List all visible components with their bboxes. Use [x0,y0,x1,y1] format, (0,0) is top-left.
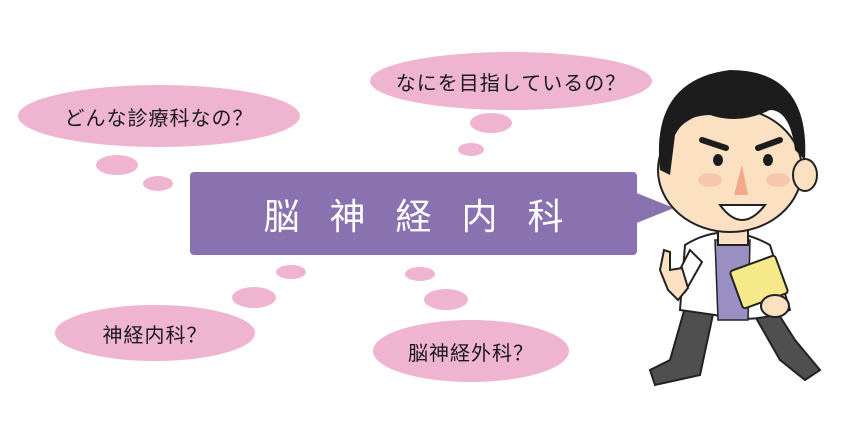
thought-dot [405,267,435,281]
bubble-text: どんな診療科なの？ [64,105,254,130]
thought-dot [143,176,173,191]
bubble-text: なにを目指しているの？ [395,70,627,95]
doctor-eye [713,154,723,166]
doctor-hand [760,294,790,318]
thought-dot [232,287,276,308]
main-label: 脳神経内科 [263,196,594,238]
thought-dot [424,289,468,310]
bubble-text: 脳神経外科？ [408,340,534,365]
bubble-text: 神経内科？ [102,322,208,347]
thought-bubble-question-neurology: 神経内科？ [55,305,255,361]
doctor-cheek [698,173,722,187]
doctor-ear [792,158,818,192]
doctor-eye [763,154,773,166]
main-label-box: 脳神経内科 [190,172,637,255]
doctor-illustration [648,70,822,387]
doctor-cheek [766,173,790,187]
thought-dot [458,143,484,156]
thought-dot [96,155,138,175]
thought-bubble-question-neurosurgery: 脳神経外科？ [373,320,569,382]
thought-dot [470,113,512,133]
thought-bubble-question-department: どんな診療科なの？ [18,85,300,147]
thought-bubble-question-goal: なにを目指しているの？ [370,52,652,110]
thought-dot [276,265,306,279]
